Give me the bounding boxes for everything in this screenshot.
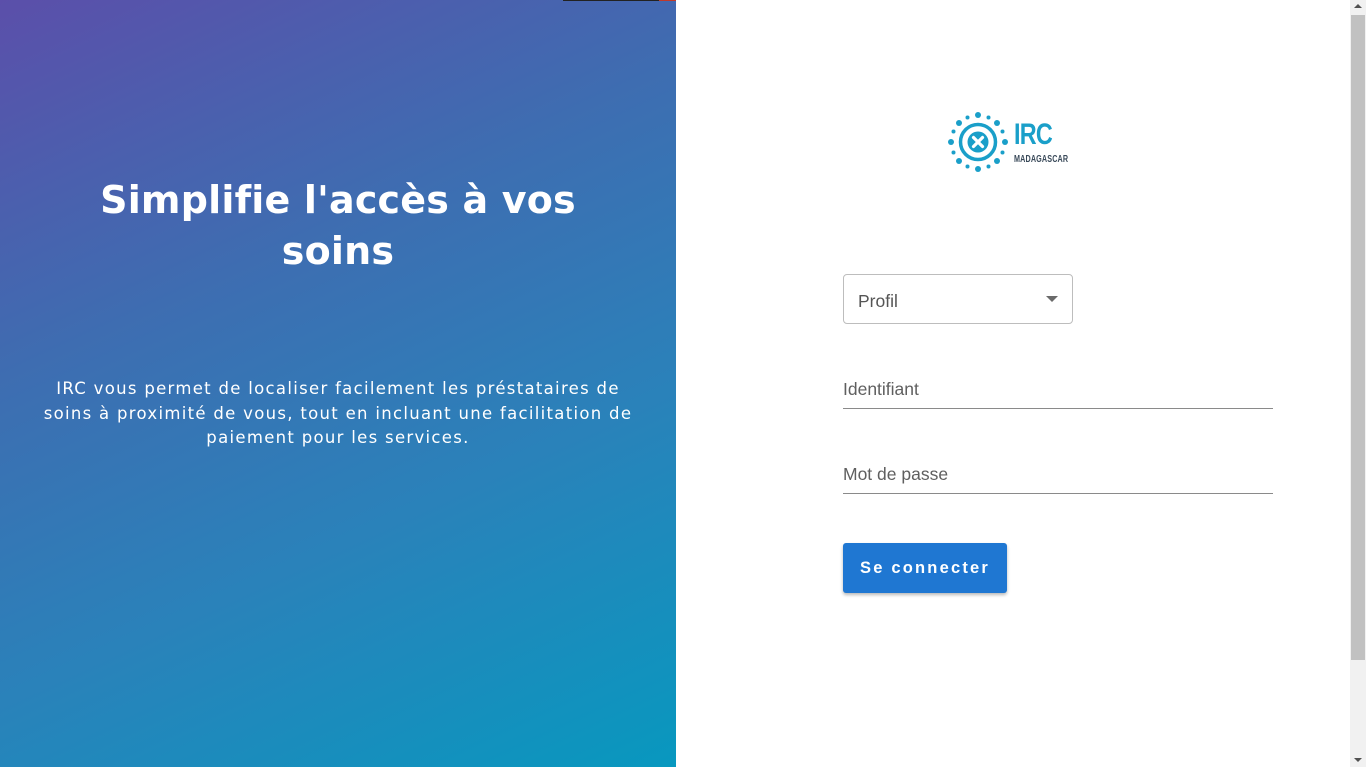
identifier-input[interactable] [843, 376, 1273, 402]
login-page: Simplifie l'accès à vos soins IRC vous p… [0, 0, 1366, 767]
brand-name: IRC [1014, 118, 1053, 151]
hero-description: IRC vous permet de localiser facilement … [43, 379, 633, 447]
password-field-wrapper [843, 453, 1273, 494]
caret-down-icon [1046, 296, 1058, 302]
identifier-field-wrapper [843, 368, 1273, 409]
profile-select[interactable]: Profil [843, 274, 1073, 324]
password-input[interactable] [843, 461, 1273, 487]
login-panel: IRC MADAGASCAR Profil Se connecter [676, 0, 1350, 767]
profile-select-label: Profil [858, 291, 898, 311]
scroll-down-arrow-icon[interactable] [1354, 758, 1362, 762]
scrollbar-thumb[interactable] [1351, 15, 1365, 660]
virus-cross-icon [948, 112, 1008, 172]
hero-panel: Simplifie l'accès à vos soins IRC vous p… [0, 0, 676, 767]
brand-logo: IRC MADAGASCAR [946, 110, 1076, 176]
hero-title: Simplifie l'accès à vos soins [100, 178, 576, 273]
scroll-up-arrow-icon[interactable] [1354, 4, 1362, 8]
brand-subtitle: MADAGASCAR [1014, 154, 1069, 165]
login-button[interactable]: Se connecter [843, 543, 1007, 593]
page-scrollbar[interactable] [1350, 0, 1366, 767]
